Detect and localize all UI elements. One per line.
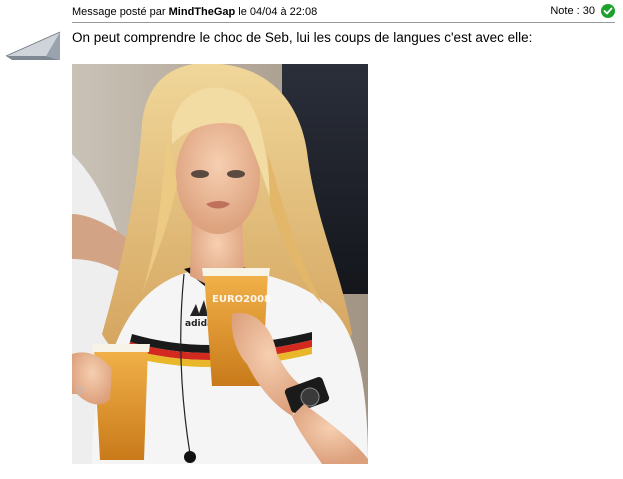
post-image[interactable]: adidas EURO2008 [72,64,368,464]
paper-plane-icon [5,31,61,60]
byline-prefix: Message posté par [72,6,166,18]
cup-logo-text: EURO2008 [212,294,271,305]
rating-label: Note : 30 [550,5,595,17]
post-byline: Message posté par MindTheGap le 04/04 à … [72,6,317,18]
post-rating: Note : 30 [550,4,615,18]
photo-woman-with-beers: adidas EURO2008 [72,64,368,464]
date-prefix: le [238,6,247,18]
author-link[interactable]: MindTheGap [169,6,236,18]
post-date: 04/04 à 22:08 [249,6,318,18]
post-body-text: On peut comprendre le choc de Seb, lui l… [72,30,533,45]
check-circle-icon[interactable] [601,4,615,18]
post-header: Message posté par MindTheGap le 04/04 à … [72,0,615,23]
user-avatar[interactable] [4,26,62,62]
forum-post: Message posté par MindTheGap le 04/04 à … [0,0,623,479]
